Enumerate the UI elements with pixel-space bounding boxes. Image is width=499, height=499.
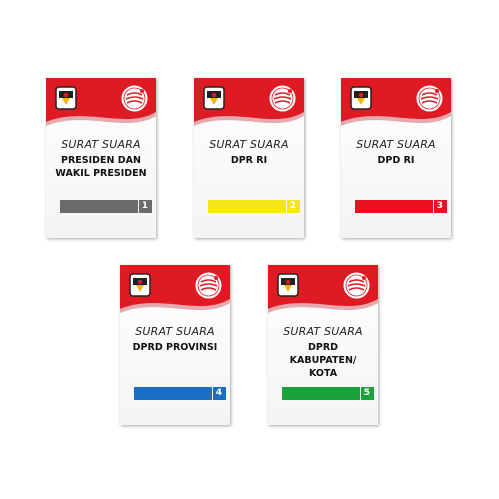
card-color-bar: 3 — [355, 200, 447, 213]
kpu-logo-icon — [350, 86, 372, 110]
card-color-bar: 4 — [134, 387, 226, 400]
kpu-logo-icon — [203, 86, 225, 110]
card-number: 4 — [211, 387, 222, 400]
pemilu-seal-icon — [269, 85, 296, 112]
kpu-logo-icon — [55, 86, 77, 110]
card-subtitle: DPD RI — [377, 155, 415, 166]
card-color-bar: 1 — [60, 200, 152, 213]
card-color-bar: 5 — [282, 387, 374, 400]
card-number: 3 — [432, 200, 443, 213]
card-title: SURAT SUARA — [356, 138, 436, 151]
card-subtitle: DPRD KABUPATEN/ KOTA — [289, 342, 357, 379]
card-title: SURAT SUARA — [283, 325, 363, 338]
ballot-card-1: SURAT SUARA PRESIDEN DAN WAKIL PRESIDEN … — [46, 78, 156, 238]
pemilu-seal-icon — [416, 85, 443, 112]
pemilu-seal-icon — [343, 272, 370, 299]
ballot-card-2: SURAT SUARA DPR RI 2 — [194, 78, 304, 238]
ballot-card-5: SURAT SUARA DPRD KABUPATEN/ KOTA 5 — [268, 265, 378, 425]
card-title: SURAT SUARA — [209, 138, 289, 151]
card-number: 2 — [285, 200, 296, 213]
card-number: 5 — [359, 387, 370, 400]
card-title: SURAT SUARA — [135, 325, 215, 338]
card-subtitle: DPRD PROVINSI — [132, 342, 218, 353]
ballot-card-4: SURAT SUARA DPRD PROVINSI 4 — [120, 265, 230, 425]
kpu-logo-icon — [277, 273, 299, 297]
card-number: 1 — [137, 200, 148, 213]
card-subtitle: PRESIDEN DAN WAKIL PRESIDEN — [55, 155, 147, 179]
card-color-bar: 2 — [208, 200, 300, 213]
card-title: SURAT SUARA — [61, 138, 141, 151]
pemilu-seal-icon — [121, 85, 148, 112]
kpu-logo-icon — [129, 273, 151, 297]
pemilu-seal-icon — [195, 272, 222, 299]
card-subtitle: DPR RI — [230, 155, 268, 166]
ballot-card-3: SURAT SUARA DPD RI 3 — [341, 78, 451, 238]
